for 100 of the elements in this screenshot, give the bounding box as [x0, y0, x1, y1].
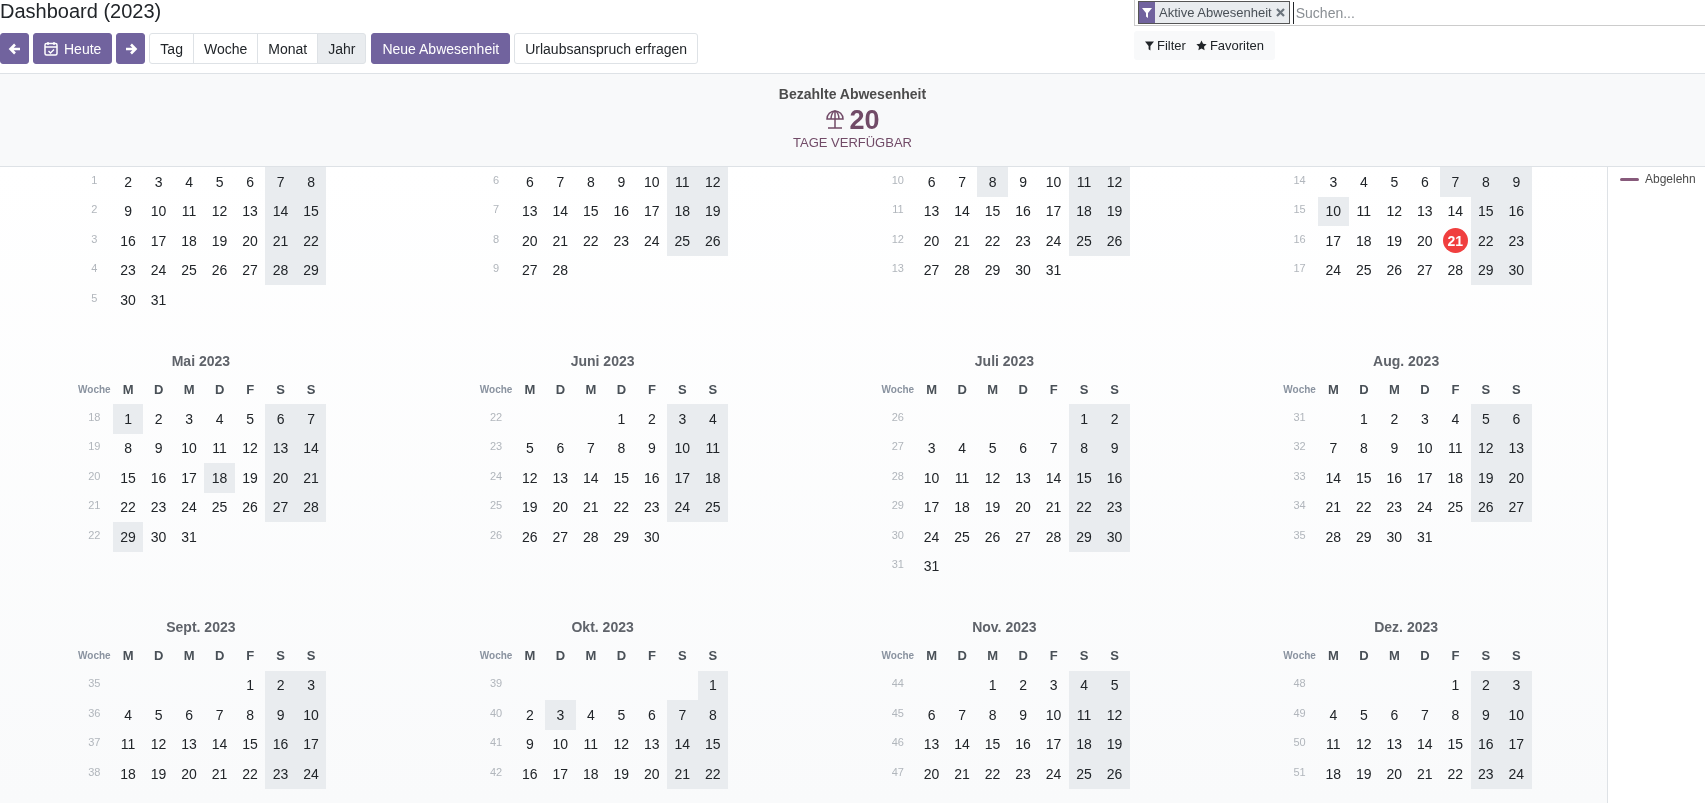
day-cell[interactable]: 23	[1379, 492, 1410, 522]
day-cell[interactable]: 16	[514, 759, 546, 789]
day-cell[interactable]: 18	[1348, 226, 1380, 256]
day-cell[interactable]: 7	[1409, 700, 1441, 730]
day-cell[interactable]: 6	[545, 433, 576, 463]
day-cell[interactable]: 19	[1099, 729, 1130, 759]
day-cell[interactable]: 4	[1440, 404, 1471, 434]
day-cell[interactable]: 19	[204, 226, 235, 256]
day-cell[interactable]: 13	[1409, 196, 1441, 226]
day-cell[interactable]: 4	[1348, 167, 1380, 197]
day-cell[interactable]: 14	[265, 196, 296, 226]
day-cell[interactable]: 24	[636, 226, 668, 256]
day-cell[interactable]: 1	[1348, 404, 1380, 434]
day-cell[interactable]: 23	[606, 226, 637, 256]
filter-menu-button[interactable]: Filter	[1140, 31, 1191, 60]
day-cell[interactable]: 30	[143, 522, 174, 552]
day-cell[interactable]: 17	[545, 759, 576, 789]
day-cell[interactable]: 27	[916, 255, 947, 285]
day-cell[interactable]: 24	[1318, 255, 1349, 285]
day-cell[interactable]: 17	[916, 492, 947, 522]
day-cell[interactable]: 5	[1470, 404, 1502, 434]
day-cell[interactable]: 1	[606, 404, 637, 434]
day-cell[interactable]: 13	[545, 463, 576, 493]
day-cell[interactable]: 13	[916, 729, 947, 759]
day-cell[interactable]: 26	[1099, 226, 1130, 256]
day-cell[interactable]: 5	[606, 700, 637, 730]
day-cell[interactable]: 8	[1470, 167, 1502, 197]
day-cell[interactable]: 2	[1007, 670, 1039, 700]
day-cell[interactable]: 23	[143, 492, 174, 522]
day-cell[interactable]: 7	[265, 167, 296, 197]
day-cell[interactable]: 14	[667, 729, 698, 759]
day-cell[interactable]: 21	[1409, 759, 1441, 789]
day-cell[interactable]: 2	[636, 404, 668, 434]
day-cell[interactable]: 3	[143, 167, 174, 197]
day-cell[interactable]: 21	[946, 226, 978, 256]
day-cell[interactable]: 22	[575, 226, 607, 256]
day-cell[interactable]: 24	[1409, 492, 1441, 522]
day-cell[interactable]: 2	[514, 700, 546, 730]
day-cell[interactable]: 6	[1007, 433, 1039, 463]
day-cell[interactable]: 4	[204, 404, 235, 434]
day-cell[interactable]: 26	[514, 522, 546, 552]
day-cell[interactable]: 12	[1470, 433, 1502, 463]
day-cell[interactable]: 20	[173, 759, 205, 789]
day-cell[interactable]: 17	[143, 226, 174, 256]
favorites-menu-button[interactable]: Favoriten	[1190, 31, 1270, 60]
day-cell[interactable]: 22	[977, 759, 1008, 789]
day-cell[interactable]: 10	[545, 729, 576, 759]
day-cell[interactable]: 25	[946, 522, 978, 552]
day-cell[interactable]: 9	[514, 729, 546, 759]
day-cell[interactable]: 15	[575, 196, 607, 226]
day-cell[interactable]: 9	[1470, 700, 1502, 730]
day-cell[interactable]: 12	[143, 729, 174, 759]
day-cell[interactable]: 7	[1038, 433, 1069, 463]
day-cell[interactable]: 16	[1007, 196, 1039, 226]
day-cell[interactable]: 8	[977, 167, 1008, 197]
day-cell[interactable]: 13	[265, 433, 296, 463]
day-cell[interactable]: 3	[173, 404, 205, 434]
day-cell[interactable]: 14	[1318, 463, 1349, 493]
day-cell[interactable]: 16	[636, 463, 668, 493]
day-cell[interactable]: 2	[143, 404, 174, 434]
day-cell[interactable]: 10	[1318, 196, 1349, 226]
day-cell[interactable]: 4	[173, 167, 205, 197]
day-cell[interactable]: 27	[1501, 492, 1532, 522]
day-cell[interactable]: 9	[1007, 700, 1039, 730]
day-cell[interactable]: 31	[143, 285, 174, 315]
day-cell[interactable]: 1	[977, 670, 1008, 700]
day-cell[interactable]: 9	[636, 433, 668, 463]
day-cell[interactable]: 29	[977, 255, 1008, 285]
day-cell[interactable]: 22	[295, 226, 327, 256]
day-cell[interactable]: 31	[1038, 255, 1069, 285]
day-cell[interactable]: 22	[1348, 492, 1380, 522]
day-cell[interactable]: 13	[514, 196, 546, 226]
day-cell[interactable]: 30	[1007, 255, 1039, 285]
day-cell[interactable]: 21	[1038, 492, 1069, 522]
day-cell[interactable]: 6	[916, 700, 947, 730]
day-cell[interactable]: 3	[1038, 670, 1069, 700]
day-cell[interactable]: 14	[204, 729, 235, 759]
day-cell[interactable]: 2	[1379, 404, 1410, 434]
day-cell[interactable]: 1	[1440, 670, 1471, 700]
day-cell[interactable]: 1	[112, 404, 144, 434]
day-cell[interactable]: 29	[1348, 522, 1380, 552]
day-cell[interactable]: 9	[143, 433, 174, 463]
day-cell[interactable]: 12	[1099, 167, 1130, 197]
day-cell[interactable]: 22	[606, 492, 637, 522]
day-cell[interactable]: 15	[977, 729, 1008, 759]
day-cell[interactable]: 13	[1007, 463, 1039, 493]
new-absence-button[interactable]: Neue Abwesenheit	[371, 33, 511, 64]
day-cell[interactable]: 28	[575, 522, 607, 552]
day-cell[interactable]: 19	[1379, 226, 1410, 256]
day-cell[interactable]: 18	[1440, 463, 1471, 493]
day-cell[interactable]: 17	[1318, 226, 1349, 256]
day-cell[interactable]: 21	[667, 759, 698, 789]
day-cell[interactable]: 13	[636, 729, 668, 759]
day-cell[interactable]: 20	[265, 463, 296, 493]
day-cell[interactable]: 11	[1440, 433, 1471, 463]
day-cell[interactable]: 1	[1068, 404, 1100, 434]
day-cell[interactable]: 31	[1409, 522, 1441, 552]
day-cell[interactable]: 19	[1348, 759, 1380, 789]
day-cell[interactable]: 10	[1501, 700, 1532, 730]
day-cell[interactable]: 6	[173, 700, 205, 730]
